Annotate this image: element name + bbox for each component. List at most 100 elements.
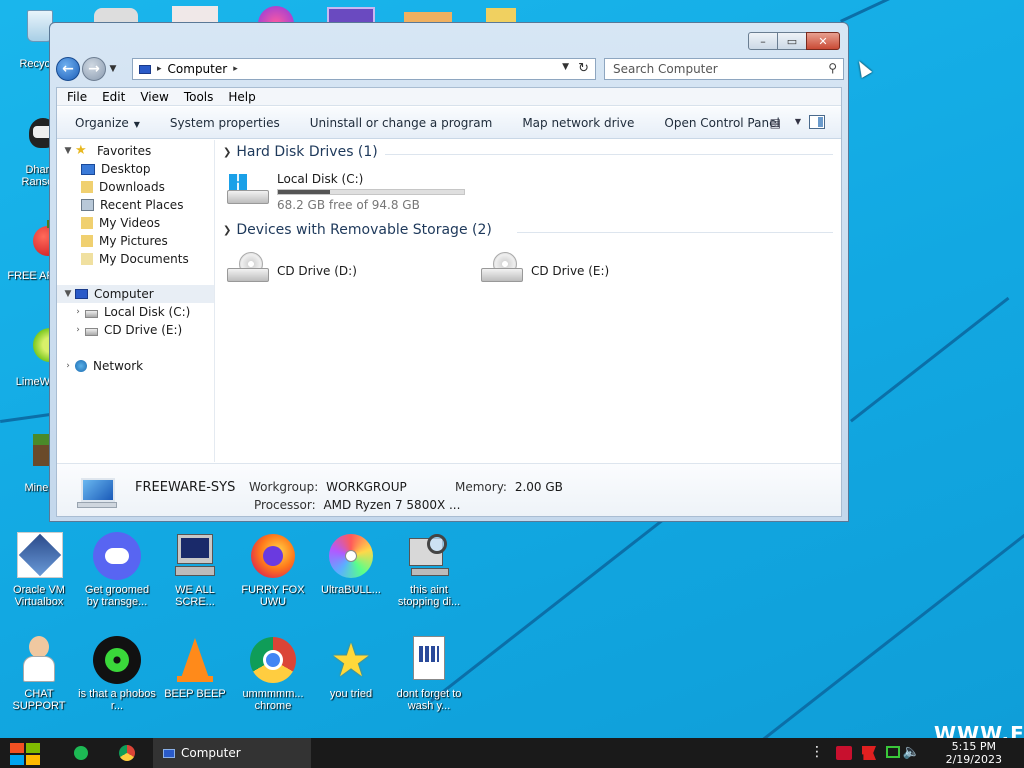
desktop-icon-virtualbox[interactable]: Oracle VM Virtualbox bbox=[0, 532, 78, 608]
expand-arrow-icon[interactable]: ▼ bbox=[61, 289, 75, 299]
forward-button[interactable]: → bbox=[82, 57, 106, 81]
desktop-icon-this-aint-stopping[interactable]: this aint stopping di... bbox=[390, 532, 468, 608]
expand-arrow-icon[interactable]: › bbox=[71, 325, 85, 335]
minimize-button[interactable]: – bbox=[748, 32, 778, 50]
maximize-button[interactable]: ▭ bbox=[777, 32, 807, 50]
map-network-drive-button[interactable]: Map network drive bbox=[522, 116, 634, 130]
address-dropdown-icon[interactable]: ▼ bbox=[562, 62, 569, 72]
desktop-icon-beep-beep[interactable]: BEEP BEEP bbox=[156, 636, 234, 700]
desktop-icon-you-tried[interactable]: ★ you tried bbox=[312, 636, 390, 700]
search-box[interactable]: Search Computer ⚲ bbox=[604, 58, 844, 80]
collapse-caret-icon[interactable]: ❯ bbox=[223, 147, 231, 158]
drive-local-disk-c[interactable]: Local Disk (C:) 68.2 GB free of 94.8 GB bbox=[225, 172, 485, 216]
taskbar-spotify[interactable] bbox=[70, 738, 92, 768]
tray-app-icon[interactable] bbox=[836, 746, 852, 760]
search-input[interactable]: Search Computer bbox=[613, 62, 718, 76]
task-label: Computer bbox=[181, 746, 241, 760]
view-dropdown-icon[interactable]: ▼ bbox=[795, 117, 801, 126]
chrome-icon bbox=[249, 636, 297, 684]
workgroup-label: Workgroup: bbox=[249, 480, 319, 494]
drive-cd-d[interactable]: CD Drive (D:) bbox=[225, 250, 405, 290]
nav-downloads[interactable]: Downloads bbox=[81, 178, 238, 196]
group-hard-disk-drives[interactable]: ❯ Hard Disk Drives (1) bbox=[223, 144, 378, 160]
desktop-icon-phobos[interactable]: is that a phobos r... bbox=[78, 636, 156, 712]
volume-icon[interactable]: 🔈 bbox=[903, 744, 920, 760]
taskbar-task-computer[interactable]: Computer bbox=[153, 738, 311, 768]
nav-local-disk[interactable]: › Local Disk (C:) bbox=[71, 303, 228, 321]
computer-name: FREEWARE-SYS bbox=[135, 480, 236, 495]
desktop-icon-discord[interactable]: Get groomed by transge... bbox=[78, 532, 156, 608]
open-control-panel-button[interactable]: Open Control Panel bbox=[664, 116, 779, 130]
documents-folder-icon bbox=[81, 253, 93, 265]
vlc-cone-icon bbox=[171, 636, 219, 684]
expand-arrow-icon[interactable]: › bbox=[61, 361, 75, 371]
more-icon[interactable]: ⋮ bbox=[810, 744, 824, 760]
nav-favorites[interactable]: ▼ ★ Favorites bbox=[61, 142, 218, 160]
memory-label: Memory: bbox=[455, 480, 507, 494]
breadcrumb-computer[interactable]: Computer bbox=[168, 62, 228, 76]
pictures-folder-icon bbox=[81, 235, 93, 247]
organize-label: Organize bbox=[75, 115, 129, 130]
system-properties-button[interactable]: System properties bbox=[170, 116, 280, 130]
drive-name: CD Drive (E:) bbox=[531, 264, 610, 278]
menu-view[interactable]: View bbox=[140, 90, 168, 104]
nav-cd-drive[interactable]: › CD Drive (E:) bbox=[71, 321, 228, 339]
group-divider bbox=[385, 154, 833, 155]
preview-pane-icon[interactable] bbox=[809, 115, 825, 129]
nav-recent-places[interactable]: Recent Places bbox=[81, 196, 238, 214]
breadcrumb-chevron-icon[interactable]: ▸ bbox=[233, 64, 238, 74]
taskbar-chrome[interactable] bbox=[116, 738, 138, 768]
collapse-caret-icon[interactable]: ❯ bbox=[223, 225, 231, 236]
desktop-icon-chat-support[interactable]: CHAT SUPPORT bbox=[0, 636, 78, 712]
drive-name: CD Drive (D:) bbox=[277, 264, 357, 278]
menu-help[interactable]: Help bbox=[228, 90, 255, 104]
document-icon bbox=[405, 636, 453, 684]
uninstall-program-button[interactable]: Uninstall or change a program bbox=[310, 116, 493, 130]
expand-arrow-icon[interactable]: ▼ bbox=[61, 146, 75, 156]
downloads-folder-icon bbox=[81, 181, 93, 193]
desktop-icon-firefox[interactable]: FURRY FOX UWU bbox=[234, 532, 312, 608]
drive-name: Local Disk (C:) bbox=[277, 172, 364, 186]
nav-label: Desktop bbox=[101, 162, 151, 176]
explorer-window[interactable]: – ▭ ✕ ← → ▼ ▸ Computer ▸ ▼ ↻ Search Comp… bbox=[49, 22, 849, 522]
chevron-down-icon: ▼ bbox=[133, 119, 140, 129]
desktop-icon-ultrabull[interactable]: UltraBULL... bbox=[312, 532, 390, 596]
nav-my-videos[interactable]: My Videos bbox=[81, 214, 238, 232]
group-removable-storage[interactable]: ❯ Devices with Removable Storage (2) bbox=[223, 222, 492, 238]
desktop-icon-dont-forget[interactable]: dont forget to wash y... bbox=[390, 636, 468, 712]
expand-arrow-icon[interactable]: › bbox=[71, 307, 85, 317]
drive-cd-e[interactable]: CD Drive (E:) bbox=[479, 250, 659, 290]
nav-my-pictures[interactable]: My Pictures bbox=[81, 232, 238, 250]
flag-icon[interactable] bbox=[862, 746, 876, 760]
menu-tools[interactable]: Tools bbox=[184, 90, 214, 104]
nav-label: Network bbox=[93, 359, 144, 373]
content-pane: ❯ Hard Disk Drives (1) Local Disk (C:) 6… bbox=[217, 140, 841, 462]
nav-desktop[interactable]: Desktop bbox=[81, 160, 238, 178]
recent-pages-dropdown[interactable]: ▼ bbox=[108, 64, 118, 74]
disc-icon bbox=[327, 532, 375, 580]
nav-network[interactable]: › Network bbox=[61, 357, 218, 375]
nav-label: My Videos bbox=[99, 216, 161, 230]
star-icon: ★ bbox=[330, 633, 372, 687]
menu-file[interactable]: File bbox=[67, 90, 87, 104]
search-icon[interactable]: ⚲ bbox=[828, 61, 837, 75]
back-button[interactable]: ← bbox=[56, 57, 80, 81]
navigation-pane: ▼ ★ Favorites Desktop Downloads Recent P… bbox=[57, 140, 215, 462]
start-button[interactable] bbox=[10, 743, 42, 765]
refresh-icon[interactable]: ↻ bbox=[578, 61, 589, 76]
organize-button[interactable]: Organize ▼ bbox=[75, 116, 140, 130]
network-icon bbox=[75, 360, 87, 372]
clock[interactable]: 5:15 PM 2/19/2023 bbox=[946, 740, 1002, 766]
network-tray-icon[interactable] bbox=[886, 746, 900, 758]
group-divider bbox=[517, 232, 833, 233]
desktop-icon-chrome[interactable]: ummmmm... chrome bbox=[234, 636, 312, 712]
computer-icon bbox=[75, 289, 88, 299]
breadcrumb-chevron-icon[interactable]: ▸ bbox=[157, 64, 162, 74]
close-button[interactable]: ✕ bbox=[806, 32, 840, 50]
nav-computer[interactable]: ▼ Computer bbox=[57, 285, 214, 303]
change-view-icon[interactable]: ▤ bbox=[770, 116, 781, 130]
desktop-icon-we-all-scream[interactable]: WE ALL SCRE... bbox=[156, 532, 234, 608]
address-bar[interactable]: ▸ Computer ▸ ▼ ↻ bbox=[132, 58, 596, 80]
menu-edit[interactable]: Edit bbox=[102, 90, 125, 104]
nav-my-documents[interactable]: My Documents bbox=[81, 250, 238, 268]
